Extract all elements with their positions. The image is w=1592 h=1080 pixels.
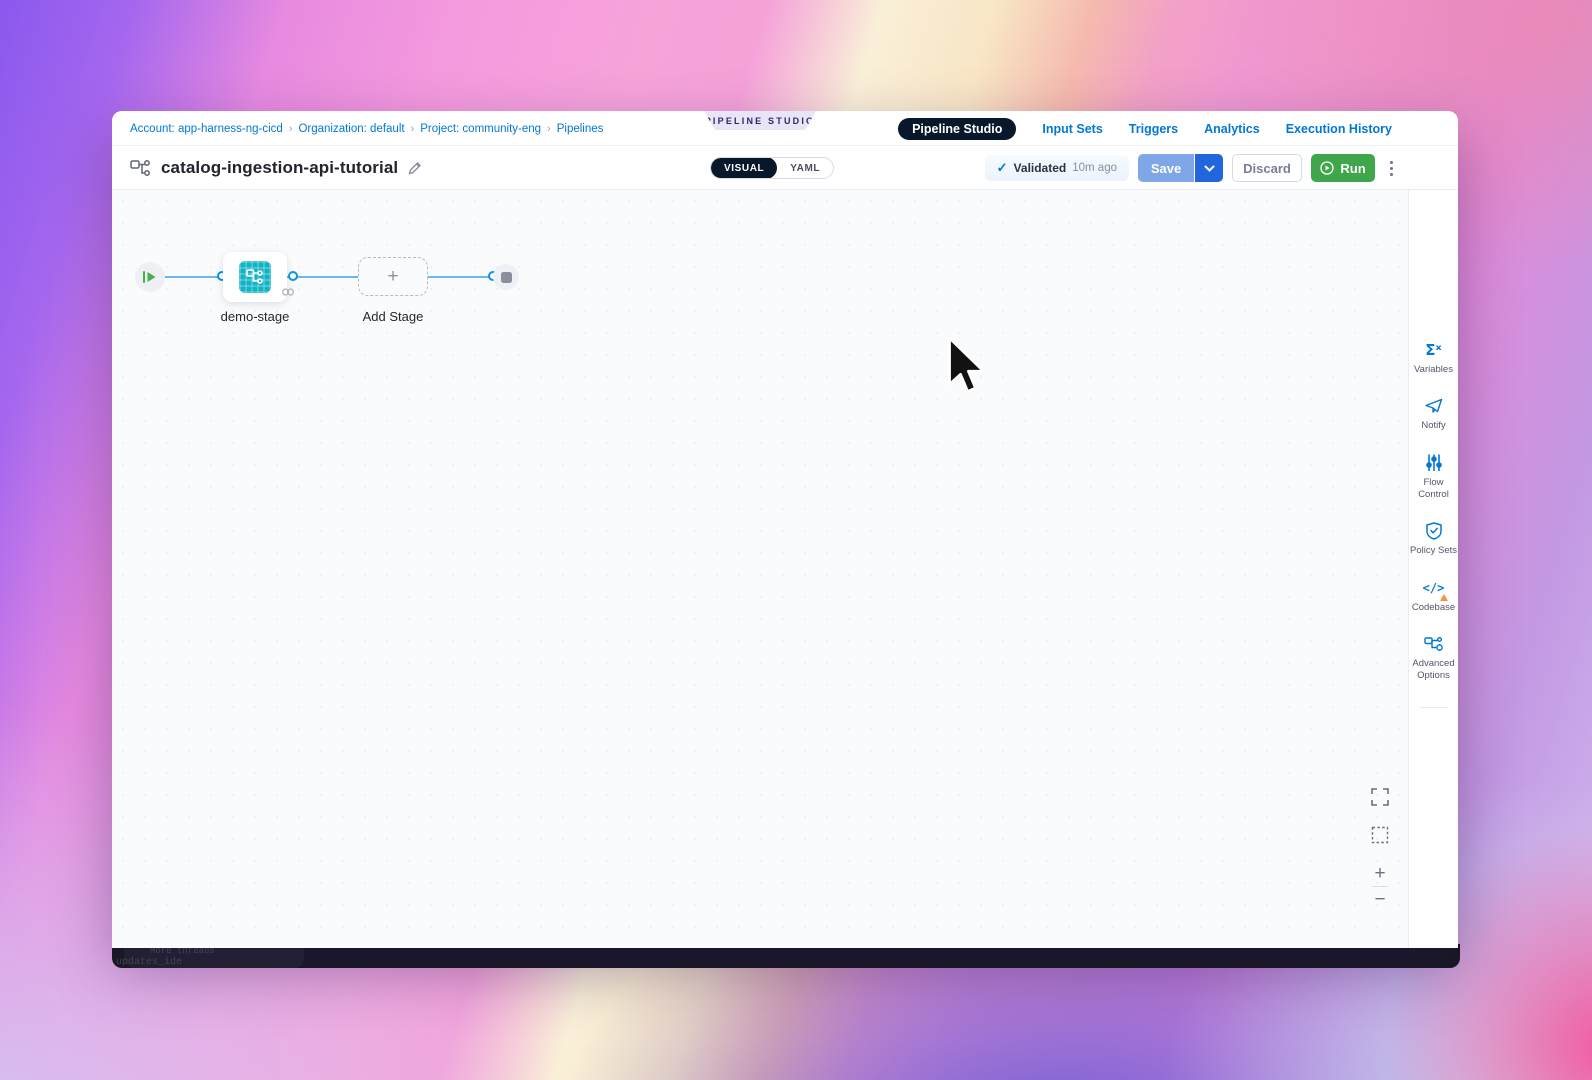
- tab-pipeline-studio[interactable]: Pipeline Studio: [898, 118, 1016, 140]
- sigma-x-icon: Σˣ: [1425, 340, 1441, 360]
- zoom-out-button[interactable]: −: [1368, 887, 1392, 912]
- page-title: catalog-ingestion-api-tutorial: [161, 158, 398, 178]
- sidebar-item-policy-sets[interactable]: Policy Sets: [1409, 521, 1459, 557]
- sidebar-item-label: Flow Control: [1409, 477, 1459, 502]
- add-stage-button[interactable]: +: [358, 257, 428, 296]
- code-icon: </>: [1423, 578, 1445, 598]
- sidebar-item-label: Notify: [1421, 420, 1445, 432]
- save-split-button: Save: [1138, 154, 1223, 182]
- pipeline-end-node[interactable]: [493, 264, 519, 290]
- tab-execution-history[interactable]: Execution History: [1286, 122, 1392, 136]
- background-terminal-text: updates_ide: [116, 957, 182, 968]
- sidebar-item-flow-control[interactable]: Flow Control: [1409, 453, 1459, 502]
- validated-time: 10m ago: [1072, 162, 1117, 174]
- sidebar-item-codebase[interactable]: </> Codebase: [1409, 578, 1459, 614]
- stop-square-icon: [501, 272, 512, 283]
- validated-label: Validated: [1014, 161, 1067, 175]
- fit-to-screen-icon[interactable]: [1368, 823, 1392, 847]
- custom-stage-icon: [239, 261, 271, 293]
- pipeline-gear-icon: [1424, 634, 1444, 654]
- pipeline-connector-line: [150, 276, 506, 278]
- action-bar: ✓ Validated 10m ago Save Discard Run: [985, 146, 1398, 190]
- breadcrumb-separator: ›: [547, 123, 551, 135]
- breadcrumb-separator: ›: [289, 123, 293, 135]
- sidebar-item-label: Codebase: [1412, 602, 1455, 614]
- discard-button[interactable]: Discard: [1232, 154, 1302, 182]
- sidebar-item-label: Advanced Options: [1409, 658, 1459, 683]
- sidebar-item-notify[interactable]: Notify: [1409, 396, 1459, 432]
- pipeline-icon: [130, 159, 152, 177]
- breadcrumb-project-link[interactable]: Project: community-eng: [420, 123, 541, 135]
- breadcrumb-organization-link[interactable]: Organization: default: [298, 123, 404, 135]
- run-play-icon: [1320, 161, 1334, 175]
- check-icon: ✓: [997, 160, 1008, 176]
- run-button[interactable]: Run: [1311, 154, 1375, 182]
- tab-triggers[interactable]: Triggers: [1129, 122, 1178, 136]
- top-bar: Account: app-harness-ng-cicd › Organizat…: [112, 111, 1458, 146]
- right-sidebar: Σˣ Variables Notify Flow Control: [1408, 190, 1458, 948]
- breadcrumb-pipelines-link[interactable]: Pipelines: [557, 123, 604, 135]
- start-play-icon: [143, 271, 157, 283]
- sidebar-item-label: Variables: [1414, 364, 1453, 376]
- sidebar-item-advanced-options[interactable]: Advanced Options: [1409, 634, 1459, 683]
- sidebar-item-variables[interactable]: Σˣ Variables: [1409, 340, 1459, 376]
- paper-plane-icon: [1425, 396, 1443, 416]
- shield-check-icon: [1426, 521, 1442, 541]
- pipeline-studio-ribbon: PIPELINE STUDIO: [704, 111, 816, 130]
- stage-label: demo-stage: [185, 309, 325, 324]
- codebase-flame-badge: [1440, 594, 1448, 601]
- pipeline-studio-window: Account: app-harness-ng-cicd › Organizat…: [112, 111, 1458, 948]
- sidebar-item-label: Policy Sets: [1410, 545, 1457, 557]
- zoom-in-button[interactable]: +: [1368, 861, 1392, 886]
- save-dropdown-button[interactable]: [1195, 154, 1223, 182]
- save-button[interactable]: Save: [1138, 154, 1194, 182]
- studio-nav-tabs: Pipeline Studio Input Sets Triggers Anal…: [898, 111, 1392, 146]
- breadcrumb-account-link[interactable]: Account: app-harness-ng-cicd: [130, 123, 283, 135]
- visual-yaml-toggle: VISUAL YAML: [710, 157, 834, 179]
- tab-input-sets[interactable]: Input Sets: [1042, 122, 1102, 136]
- more-options-menu[interactable]: [1384, 154, 1398, 182]
- breadcrumb-separator: ›: [411, 123, 415, 135]
- canvas-view-controls: + −: [1368, 785, 1392, 912]
- plus-icon: +: [387, 267, 398, 286]
- stage-out-port[interactable]: [288, 271, 298, 281]
- fullscreen-icon[interactable]: [1368, 785, 1392, 809]
- toggle-visual[interactable]: VISUAL: [711, 157, 777, 179]
- stage-link-icon: [282, 288, 294, 296]
- validation-status-badge: ✓ Validated 10m ago: [985, 155, 1129, 181]
- tab-analytics[interactable]: Analytics: [1204, 122, 1260, 136]
- divider: [1419, 707, 1449, 708]
- pipeline-canvas[interactable]: + demo-stage Add Stage + −: [112, 190, 1408, 948]
- stage-node-demo-stage[interactable]: [223, 252, 287, 302]
- toggle-yaml[interactable]: YAML: [777, 157, 833, 179]
- chevron-down-icon: [1204, 165, 1215, 172]
- pipeline-start-node[interactable]: [135, 262, 165, 292]
- sliders-icon: [1426, 453, 1442, 473]
- edit-pencil-icon[interactable]: [407, 161, 422, 176]
- breadcrumb: Account: app-harness-ng-cicd › Organizat…: [130, 111, 603, 146]
- add-stage-label: Add Stage: [323, 309, 463, 324]
- title-bar: catalog-ingestion-api-tutorial VISUAL YA…: [112, 146, 1458, 190]
